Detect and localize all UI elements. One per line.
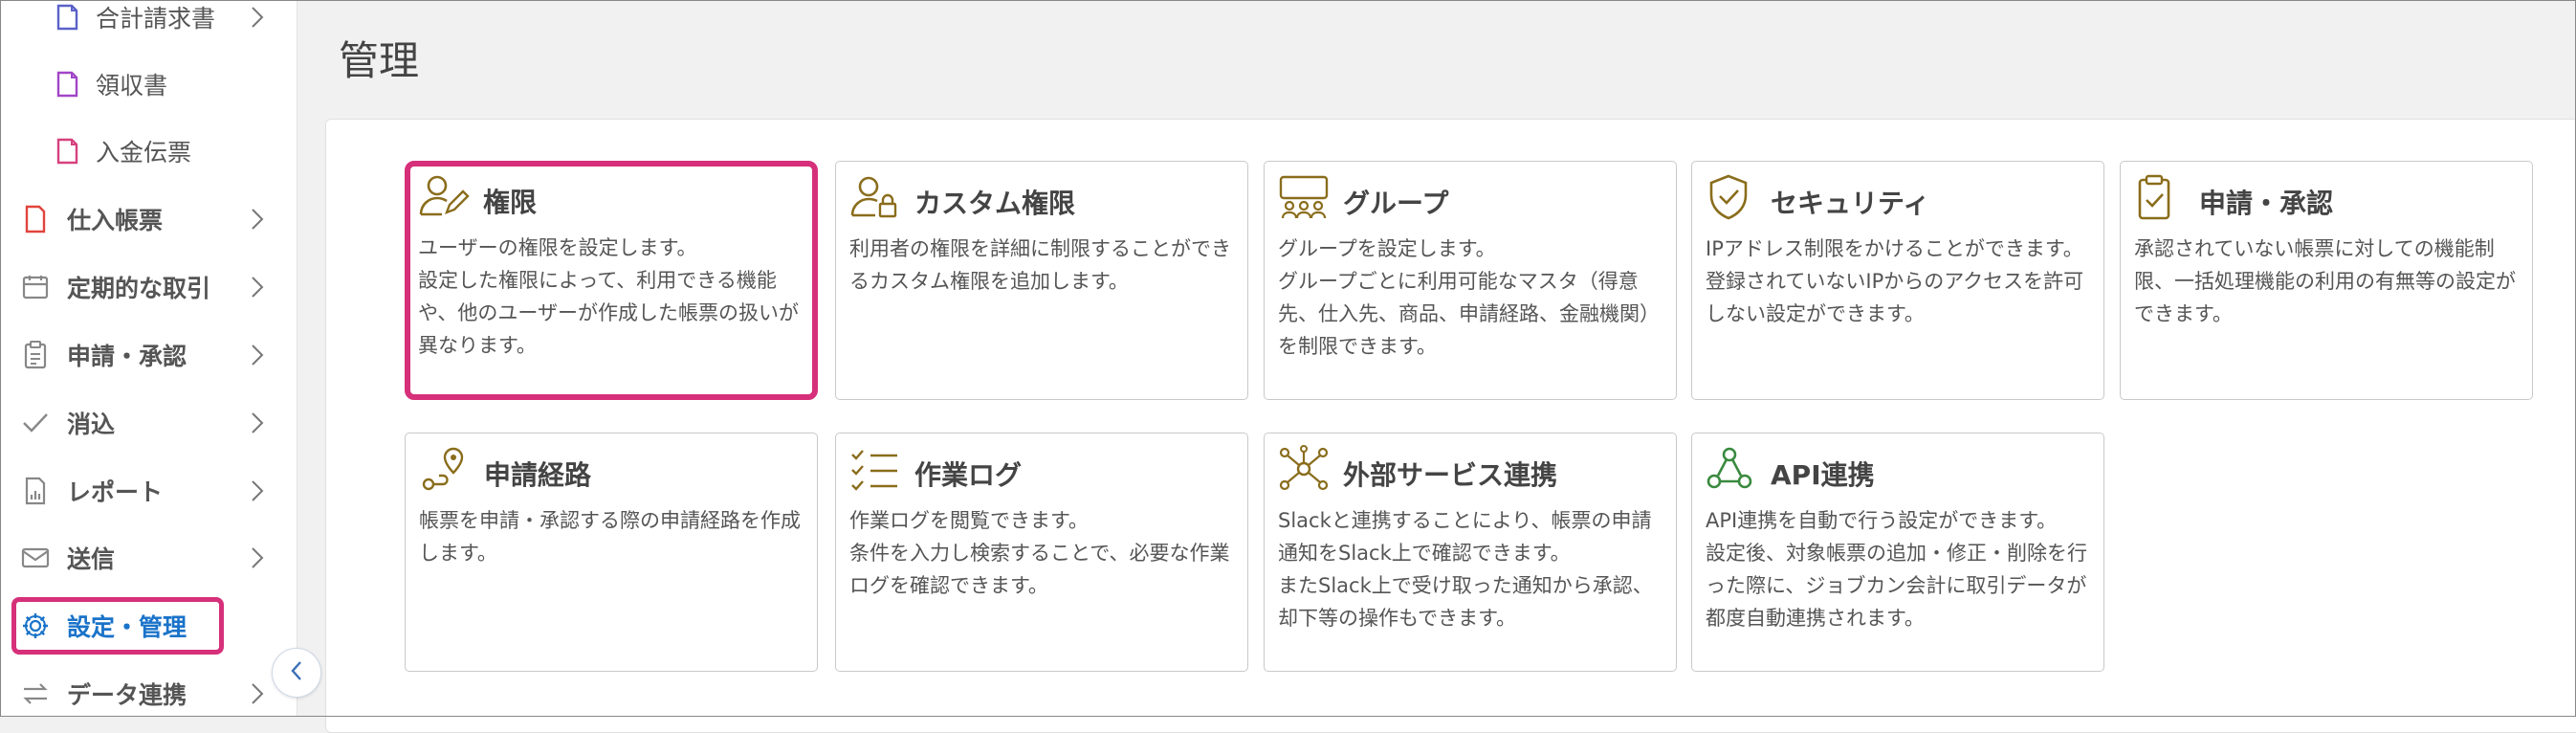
gear-icon bbox=[21, 611, 50, 640]
network-icon bbox=[1278, 445, 1330, 493]
user-edit-icon bbox=[418, 172, 470, 220]
chevron-right-icon bbox=[251, 3, 270, 32]
sidebar: 合計請求書 領収書 入金伝票 仕入帳票 定期的な取引 申請・承認 消込 レポート… bbox=[0, 0, 297, 717]
chevron-right-icon bbox=[251, 477, 270, 505]
sidebar-item-data-sync[interactable]: データ連携 bbox=[0, 665, 287, 722]
chevron-left-icon bbox=[290, 660, 303, 685]
user-lock-icon bbox=[849, 173, 901, 221]
sidebar-item-label: レポート bbox=[67, 478, 164, 506]
sidebar-collapse-button[interactable] bbox=[272, 648, 321, 698]
chevron-right-icon bbox=[251, 273, 270, 301]
sidebar-item-label: 消込 bbox=[67, 411, 116, 438]
group-icon bbox=[1278, 173, 1330, 221]
calendar-icon bbox=[21, 273, 50, 301]
card-title: セキュリティ bbox=[1771, 188, 1930, 219]
sidebar-item-settings[interactable]: 設定・管理 bbox=[0, 597, 287, 655]
card-description: IPアドレス制限をかけることができます。 登録されていないIPからのアクセスを許可… bbox=[1706, 237, 2084, 325]
file-icon bbox=[21, 205, 50, 233]
card-title: 申請・承認 bbox=[2199, 188, 2334, 219]
sidebar-item-label: 定期的な取引 bbox=[67, 275, 211, 302]
checklist-icon bbox=[849, 445, 901, 493]
card-activity-log[interactable]: 作業ログ 作業ログを閲覧できます。 条件を入力し検索することで、必要な作業ログを確… bbox=[835, 433, 1248, 672]
card-description: API連携を自動で行う設定ができます。 設定後、対象帳票の追加・修正・削除を行った… bbox=[1706, 509, 2087, 630]
sidebar-item-label: 合計請求書 bbox=[96, 5, 216, 33]
card-description: 承認されていない帳票に対しての機能制限、一括処理機能の利用の有無等の設定ができま… bbox=[2134, 237, 2516, 325]
sidebar-item-recurring[interactable]: 定期的な取引 bbox=[0, 258, 287, 316]
card-title: グループ bbox=[1343, 188, 1449, 219]
sidebar-item-report[interactable]: レポート bbox=[0, 462, 287, 520]
api-icon bbox=[1706, 445, 1757, 493]
sidebar-item-label: データ連携 bbox=[67, 681, 187, 709]
card-description: 作業ログを閲覧できます。 条件を入力し検索することで、必要な作業ログを確認できます… bbox=[849, 509, 1230, 597]
card-custom-permissions[interactable]: カスタム権限 利用者の権限を詳細に制限することができるカスタム権限を追加します。 bbox=[835, 161, 1248, 400]
sidebar-item-payment-slip[interactable]: 入金伝票 bbox=[0, 122, 287, 180]
card-description: グループを設定します。 グループごとに利用可能なマスタ（得意先、仕入先、商品、申請… bbox=[1278, 237, 1660, 358]
card-description: 利用者の権限を詳細に制限することができるカスタム権限を追加します。 bbox=[849, 237, 1231, 293]
card-description: 帳票を申請・承認する際の申請経路を作成します。 bbox=[419, 509, 801, 565]
card-security[interactable]: セキュリティ IPアドレス制限をかけることができます。 登録されていないIPからの… bbox=[1691, 161, 2104, 400]
route-icon bbox=[419, 445, 471, 493]
card-external-services[interactable]: 外部サービス連携 Slackと連携することにより、帳票の申請通知をSlack上で… bbox=[1264, 433, 1677, 672]
card-title: 外部サービス連携 bbox=[1343, 459, 1558, 491]
card-api-integration[interactable]: API連携 API連携を自動で行う設定ができます。 設定後、対象帳票の追加・修正・… bbox=[1691, 433, 2104, 672]
card-title: カスタム権限 bbox=[914, 188, 1076, 219]
clipboard-check-icon bbox=[2134, 173, 2186, 221]
page-title: 管理 bbox=[339, 37, 420, 84]
mail-icon bbox=[21, 544, 50, 572]
chevron-right-icon bbox=[251, 409, 270, 437]
document-icon bbox=[53, 70, 81, 99]
sync-icon bbox=[21, 679, 50, 708]
card-title: 権限 bbox=[483, 187, 538, 218]
sidebar-item-total-invoice[interactable]: 合計請求書 bbox=[0, 0, 287, 46]
chevron-right-icon bbox=[251, 544, 270, 572]
card-title: API連携 bbox=[1771, 459, 1875, 491]
clipboard-icon bbox=[21, 341, 50, 369]
check-icon bbox=[21, 409, 50, 437]
shield-icon bbox=[1706, 173, 1757, 221]
card-permissions[interactable]: 権限 ユーザーの権限を設定します。 設定した権限によって、利用できる機能や、他のユ… bbox=[405, 161, 818, 400]
card-approval-routes[interactable]: 申請経路 帳票を申請・承認する際の申請経路を作成します。 bbox=[405, 433, 818, 672]
card-approval-settings[interactable]: 申請・承認 承認されていない帳票に対しての機能制限、一括処理機能の利用の有無等の… bbox=[2120, 161, 2533, 400]
sidebar-item-receipt[interactable]: 領収書 bbox=[0, 56, 287, 113]
card-description: ユーザーの権限を設定します。 設定した権限によって、利用できる機能や、他のユーザー… bbox=[418, 236, 799, 357]
sidebar-item-send[interactable]: 送信 bbox=[0, 529, 287, 587]
document-icon bbox=[53, 3, 81, 32]
chevron-right-icon bbox=[251, 679, 270, 708]
card-description: Slackと連携することにより、帳票の申請通知をSlack上で確認できます。 また… bbox=[1278, 509, 1653, 630]
chevron-right-icon bbox=[251, 341, 270, 369]
sidebar-item-label: 送信 bbox=[67, 545, 116, 573]
sidebar-item-label: 入金伝票 bbox=[96, 139, 192, 167]
sidebar-item-label: 仕入帳票 bbox=[67, 207, 164, 234]
document-icon bbox=[53, 137, 81, 166]
sidebar-item-reconcile[interactable]: 消込 bbox=[0, 394, 287, 452]
sidebar-item-label: 領収書 bbox=[96, 72, 168, 100]
sidebar-item-label: 申請・承認 bbox=[67, 343, 187, 370]
sidebar-item-label: 設定・管理 bbox=[67, 613, 187, 641]
chevron-right-icon bbox=[251, 205, 270, 233]
card-title: 作業ログ bbox=[914, 459, 1023, 491]
card-groups[interactable]: グループ グループを設定します。 グループごとに利用可能なマスタ（得意先、仕入先、… bbox=[1264, 161, 1677, 400]
card-title: 申請経路 bbox=[484, 459, 592, 491]
sidebar-item-purchase[interactable]: 仕入帳票 bbox=[0, 190, 287, 248]
report-icon bbox=[21, 477, 50, 505]
sidebar-item-approval[interactable]: 申請・承認 bbox=[0, 326, 287, 384]
